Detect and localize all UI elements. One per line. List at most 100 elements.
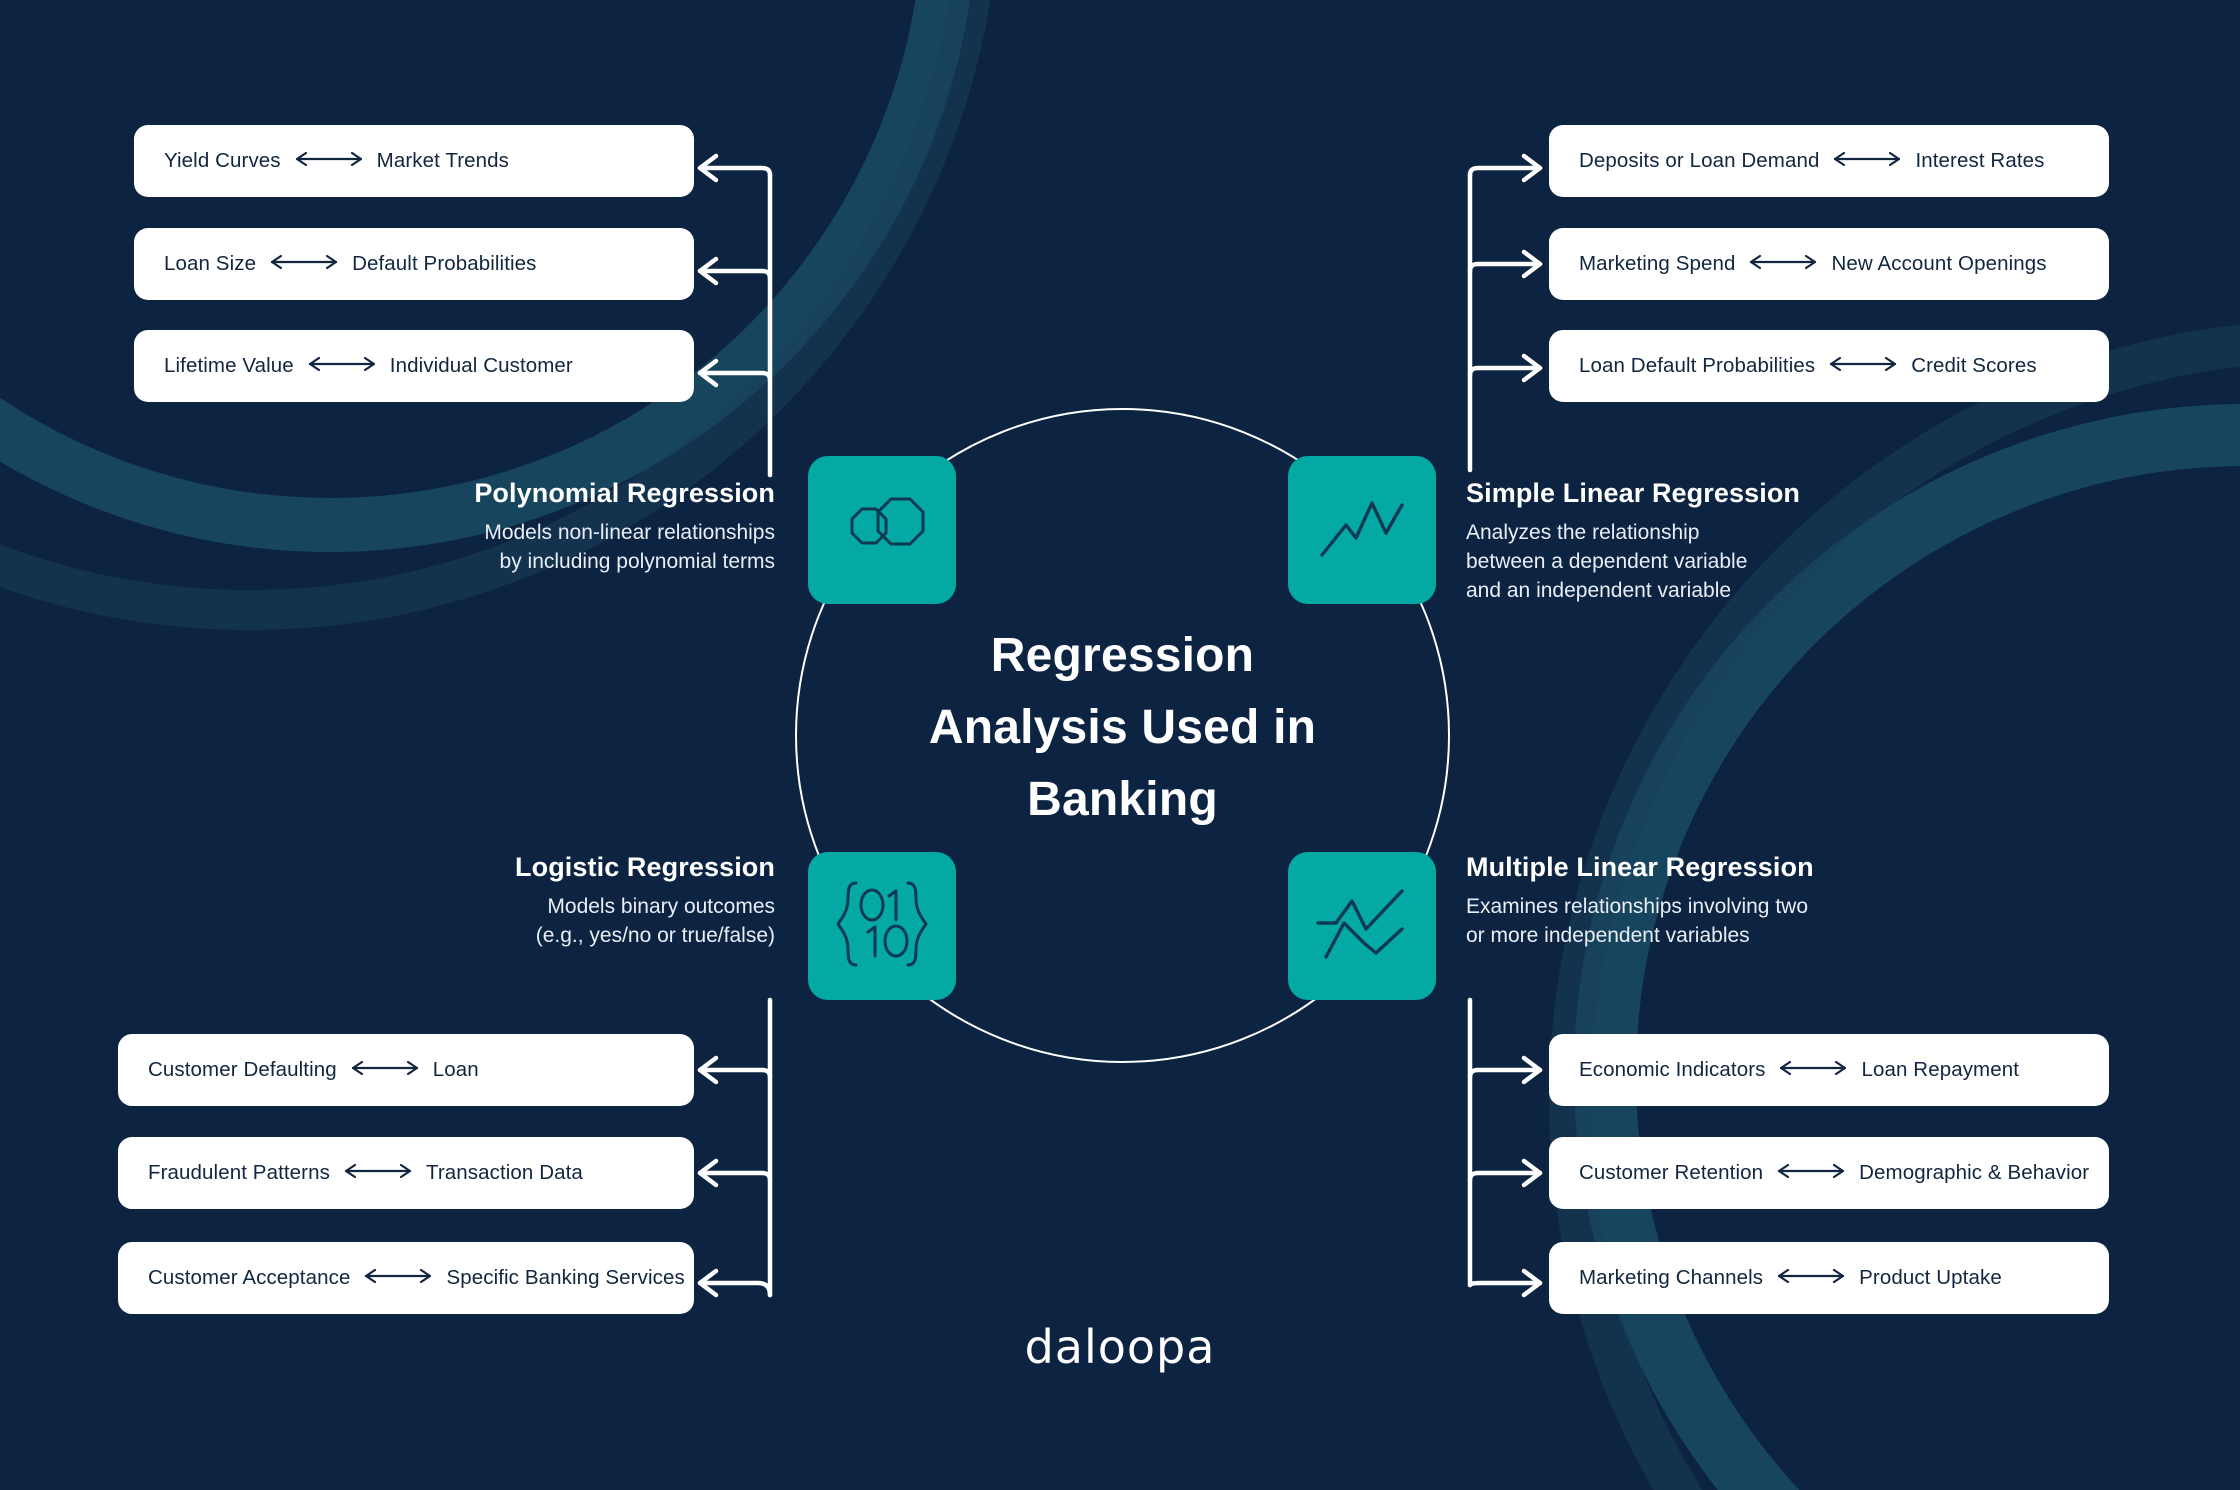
crossing-trend-lines-icon: [1314, 885, 1410, 968]
arrowhead-tl-2: [697, 256, 719, 286]
section-desc-line: Analyzes the relationship: [1466, 521, 1700, 544]
bidirectional-arrow-icon: [343, 1163, 413, 1184]
connector-branch-tl-2: [697, 268, 773, 281]
tile-polynomial-regression[interactable]: [808, 456, 956, 604]
card-right-label: Loan: [432, 1058, 479, 1081]
card-left-label: Customer Retention: [1579, 1161, 1764, 1184]
card-left-label: Lifetime Value: [164, 354, 294, 377]
arrowhead-br-1: [1521, 1055, 1543, 1085]
zigzag-line-chart-icon: [1316, 493, 1408, 568]
card-left-label: Customer Acceptance: [148, 1266, 351, 1289]
connector-branch-bl-2: [697, 1170, 773, 1183]
section-desc-line: and an independent variable: [1466, 579, 1732, 602]
card-polynomial-1[interactable]: Yield Curves Market Trends: [134, 125, 694, 197]
card-right-label: Default Probabilities: [352, 252, 537, 275]
bidirectional-arrow-icon: [1832, 151, 1902, 172]
connector-branch-br-3: [1467, 1280, 1543, 1288]
card-right-label: Product Uptake: [1859, 1266, 2002, 1289]
connector-branch-tr-3: [1467, 365, 1543, 378]
section-desc-line: Models binary outcomes: [547, 895, 775, 918]
section-title: Logistic Regression: [515, 852, 775, 882]
overlapping-octagons-icon: [836, 490, 928, 571]
arrowhead-br-3: [1521, 1268, 1543, 1298]
logo-text: daloopa: [1024, 1320, 1216, 1374]
card-left-label: Customer Defaulting: [148, 1058, 337, 1081]
card-logistic-1[interactable]: Customer Defaulting Loan: [118, 1034, 694, 1106]
tile-simple-linear-regression[interactable]: [1288, 456, 1436, 604]
card-right-label: Demographic & Behavior: [1859, 1161, 2090, 1184]
bidirectional-arrow-icon: [1776, 1163, 1846, 1184]
arrowhead-tl-3: [697, 358, 719, 388]
card-logistic-2[interactable]: Fraudulent Patterns Transaction Data: [118, 1137, 694, 1209]
section-desc-line: Models non-linear relationships: [484, 521, 775, 544]
arrowhead-tl-1: [697, 153, 719, 183]
card-left-label: Marketing Spend: [1579, 252, 1736, 275]
section-desc-line: by including polynomial terms: [499, 550, 775, 573]
arrowhead-bl-2: [697, 1158, 719, 1188]
bidirectional-arrow-icon: [363, 1268, 433, 1289]
card-right-label: New Account Openings: [1831, 252, 2047, 275]
infographic-canvas: Yield Curves Market Trends Loan Size Def…: [0, 0, 2240, 1490]
connector-branch-tr-1: [1467, 165, 1543, 178]
card-left-label: Economic Indicators: [1579, 1058, 1766, 1081]
connector-branch-br-1: [1467, 1067, 1543, 1080]
card-multiple-linear-2[interactable]: Customer Retention Demographic & Behavio…: [1549, 1137, 2109, 1209]
bidirectional-arrow-icon: [1828, 356, 1898, 377]
card-multiple-linear-3[interactable]: Marketing Channels Product Uptake: [1549, 1242, 2109, 1314]
daloopa-logo: daloopa: [0, 1320, 2240, 1374]
page-title: Regression Analysis Used in Banking: [845, 620, 1400, 836]
card-left-label: Marketing Channels: [1579, 1266, 1764, 1289]
section-desc-line: Examines relationships involving two: [1466, 895, 1808, 918]
card-right-label: Credit Scores: [1911, 354, 2037, 377]
arrowhead-tr-1: [1521, 153, 1543, 183]
arrowhead-tr-2: [1521, 249, 1543, 279]
binary-braces-icon: [834, 877, 930, 976]
connector-branch-tl-1: [697, 165, 773, 178]
section-title: Multiple Linear Regression: [1466, 852, 1814, 882]
card-simple-linear-1[interactable]: Deposits or Loan Demand Interest Rates: [1549, 125, 2109, 197]
section-heading-polynomial: Polynomial Regression Models non-linear …: [370, 478, 775, 576]
card-right-label: Market Trends: [376, 149, 509, 172]
bidirectional-arrow-icon: [1778, 1060, 1848, 1081]
page-title-line: Banking: [1027, 773, 1218, 826]
card-polynomial-3[interactable]: Lifetime Value Individual Customer: [134, 330, 694, 402]
card-right-label: Individual Customer: [389, 354, 573, 377]
arrowhead-tr-3: [1521, 353, 1543, 383]
section-desc-line: (e.g., yes/no or true/false): [535, 924, 775, 947]
card-right-label: Loan Repayment: [1861, 1058, 2020, 1081]
connector-branch-bl-1: [697, 1067, 773, 1080]
page-title-line: Regression: [990, 629, 1255, 682]
card-right-label: Specific Banking Services: [446, 1266, 685, 1289]
section-title: Simple Linear Regression: [1466, 478, 1801, 508]
card-left-label: Yield Curves: [164, 149, 281, 172]
card-polynomial-2[interactable]: Loan Size Default Probabilities: [134, 228, 694, 300]
bidirectional-arrow-icon: [1748, 254, 1818, 275]
bidirectional-arrow-icon: [307, 356, 377, 377]
card-right-label: Transaction Data: [425, 1161, 583, 1184]
arrowhead-bl-1: [697, 1055, 719, 1085]
arrowhead-br-2: [1521, 1158, 1543, 1188]
section-heading-logistic: Logistic Regression Models binary outcom…: [370, 852, 775, 950]
section-heading-simple-linear: Simple Linear Regression Analyzes the re…: [1466, 478, 1886, 605]
tile-multiple-linear-regression[interactable]: [1288, 852, 1436, 1000]
card-simple-linear-3[interactable]: Loan Default Probabilities Credit Scores: [1549, 330, 2109, 402]
card-left-label: Loan Size: [164, 252, 257, 275]
connector-branch-br-2: [1467, 1170, 1543, 1183]
card-right-label: Interest Rates: [1915, 149, 2045, 172]
card-simple-linear-2[interactable]: Marketing Spend New Account Openings: [1549, 228, 2109, 300]
connector-branch-tl-3: [697, 370, 773, 383]
connector-branch-tr-2: [1467, 261, 1543, 274]
bidirectional-arrow-icon: [1776, 1268, 1846, 1289]
card-multiple-linear-1[interactable]: Economic Indicators Loan Repayment: [1549, 1034, 2109, 1106]
tile-logistic-regression[interactable]: [808, 852, 956, 1000]
card-left-label: Fraudulent Patterns: [148, 1161, 330, 1184]
card-logistic-3[interactable]: Customer Acceptance Specific Banking Ser…: [118, 1242, 694, 1314]
bidirectional-arrow-icon: [294, 151, 364, 172]
section-desc-line: between a dependent variable: [1466, 550, 1748, 573]
page-title-line: Analysis Used in: [928, 701, 1317, 754]
bidirectional-arrow-icon: [269, 254, 339, 275]
card-left-label: Deposits or Loan Demand: [1579, 149, 1820, 172]
section-heading-multiple-linear: Multiple Linear Regression Examines rela…: [1466, 852, 1906, 950]
card-left-label: Loan Default Probabilities: [1579, 354, 1816, 377]
bidirectional-arrow-icon: [350, 1060, 420, 1081]
